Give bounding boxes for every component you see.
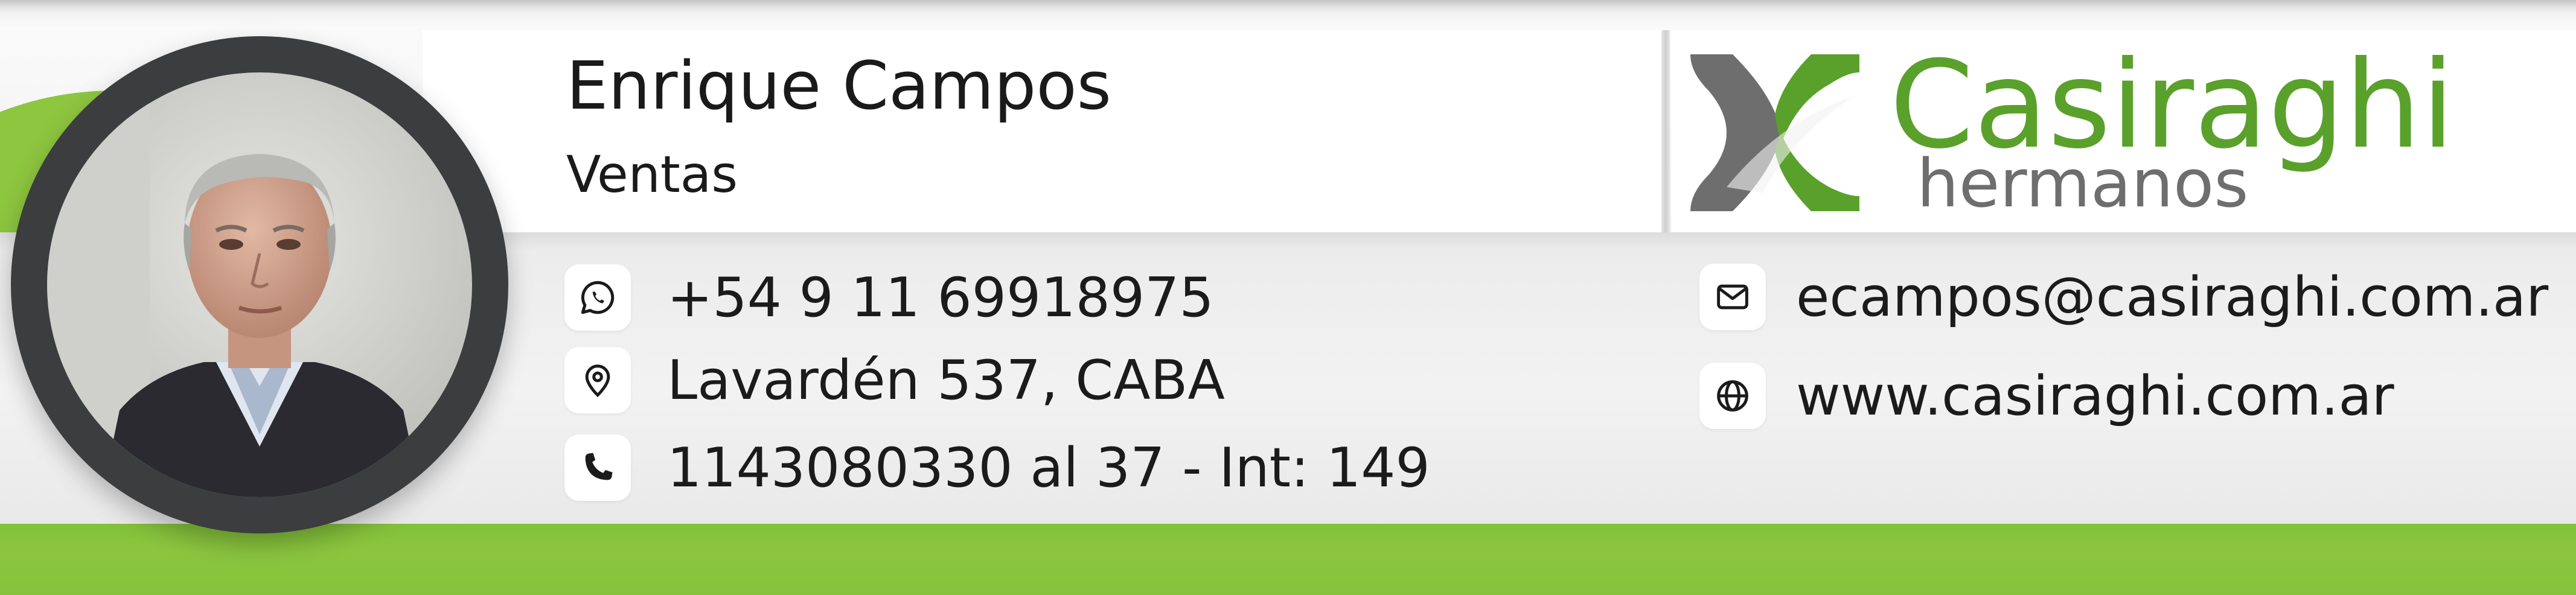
whatsapp-icon <box>564 264 631 331</box>
logo-sub-text: hermanos <box>1917 145 2249 222</box>
top-strip <box>0 0 2576 8</box>
email-link[interactable]: ecampos@casiraghi.com.ar <box>1796 266 2548 329</box>
whatsapp-row[interactable]: +54 9 11 69918975 <box>564 264 1214 331</box>
email-signature-card: Enrique Campos Ventas +54 9 11 69918975 … <box>0 0 2576 595</box>
logo-mark-icon <box>1690 54 1859 211</box>
email-row[interactable]: ecampos@casiraghi.com.ar <box>1699 264 2548 330</box>
avatar-ring <box>11 36 508 533</box>
website-row[interactable]: www.casiraghi.com.ar <box>1699 363 2394 429</box>
avatar-illustration <box>47 72 472 497</box>
person-name: Enrique Campos <box>566 47 1111 124</box>
address-text: Lavardén 537, CABA <box>667 348 1225 412</box>
band-divider <box>1661 30 1670 232</box>
envelope-icon <box>1699 264 1766 330</box>
company-logo: Casiraghi hermanos <box>1690 35 2548 222</box>
location-pin-icon <box>564 347 631 413</box>
whatsapp-number[interactable]: +54 9 11 69918975 <box>667 266 1214 329</box>
avatar-photo <box>47 72 472 497</box>
bottom-green-bar <box>0 524 2576 595</box>
person-role: Ventas <box>566 145 738 204</box>
phone-number[interactable]: 1143080330 al 37 - Int: 149 <box>667 436 1430 500</box>
phone-row[interactable]: 1143080330 al 37 - Int: 149 <box>564 434 1430 501</box>
phone-icon <box>564 434 631 501</box>
globe-icon <box>1699 363 1766 429</box>
address-row: Lavardén 537, CABA <box>564 347 1225 413</box>
website-link[interactable]: www.casiraghi.com.ar <box>1796 364 2394 428</box>
